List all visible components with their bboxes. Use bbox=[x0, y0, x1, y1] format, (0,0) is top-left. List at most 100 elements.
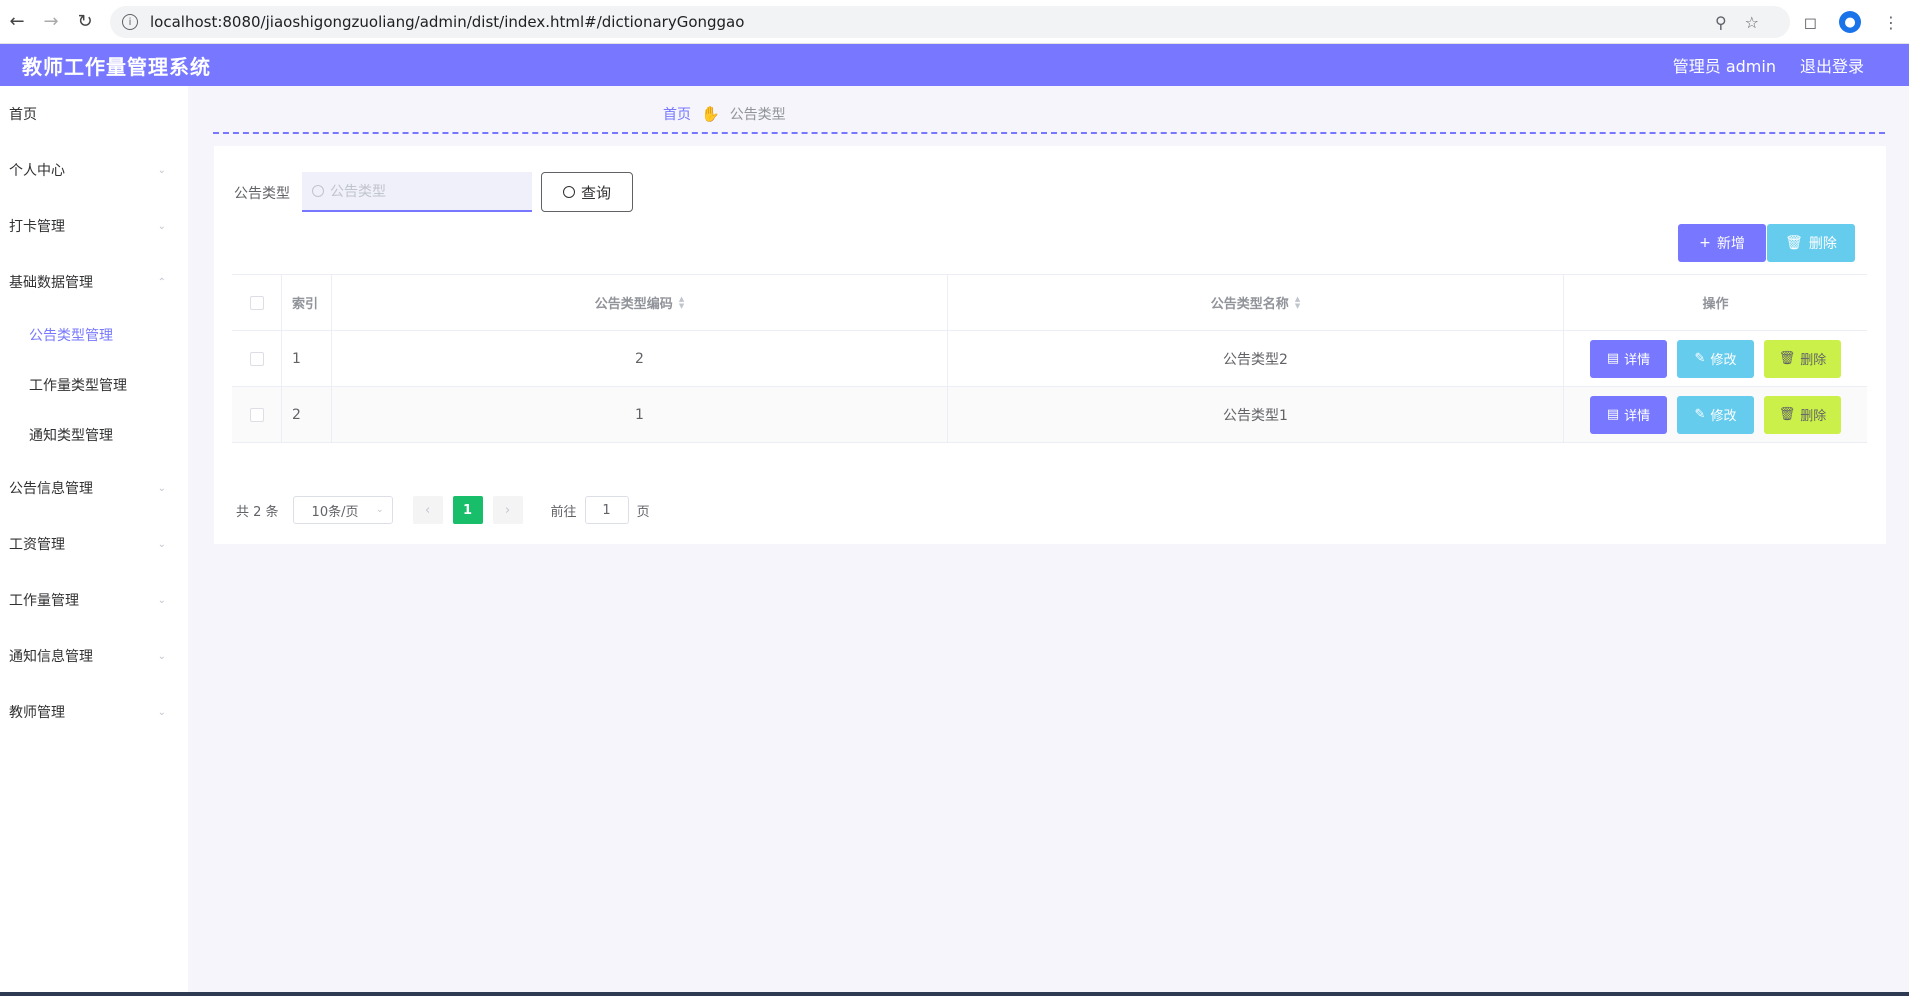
cell-actions: ▤ 详情 ✎ 修改 🗑 删除 bbox=[1564, 387, 1867, 442]
sidebar-item-salary[interactable]: 工资管理 ⌄ bbox=[0, 516, 188, 572]
forward-icon[interactable]: → bbox=[34, 5, 68, 39]
column-index: 索引 bbox=[282, 275, 332, 330]
table-row: 1 2 公告类型2 ▤ 详情 ✎ 修改 🗑 删除 bbox=[232, 331, 1867, 387]
sidebar-item-notice-info[interactable]: 公告信息管理 ⌄ bbox=[0, 460, 188, 516]
column-name[interactable]: 公告类型名称 ▲ ▼ bbox=[948, 275, 1564, 330]
divider bbox=[213, 132, 1885, 134]
detail-button[interactable]: ▤ 详情 bbox=[1590, 395, 1667, 434]
table-header: 索引 公告类型编码 ▲ ▼ 公告类型名称 ▲ ▼ 操作 bbox=[232, 275, 1867, 331]
delete-button[interactable]: 🗑 删除 bbox=[1764, 395, 1841, 434]
cell-code: 1 bbox=[332, 387, 948, 442]
sidebar-subitem-label: 公告类型管理 bbox=[29, 328, 113, 344]
cell-code: 2 bbox=[332, 331, 948, 386]
sidebar-item-workload[interactable]: 工作量管理 ⌄ bbox=[0, 572, 188, 628]
batch-delete-button[interactable]: 🗑 删除 bbox=[1767, 224, 1855, 262]
column-code[interactable]: 公告类型编码 ▲ ▼ bbox=[332, 275, 948, 330]
main-content: 首页 ✋ 公告类型 公告类型 公告类型 查询 + 新增 🗑 删除 索引 公告类型… bbox=[188, 86, 1909, 992]
edit-button[interactable]: ✎ 修改 bbox=[1677, 339, 1754, 378]
chevron-down-icon: ⌄ bbox=[157, 538, 166, 550]
chevron-down-icon: ⌄ bbox=[157, 482, 166, 494]
goto-suffix: 页 bbox=[636, 504, 650, 520]
query-button[interactable]: 查询 bbox=[541, 172, 633, 212]
address-bar[interactable]: i localhost:8080/jiaoshigongzuoliang/adm… bbox=[110, 6, 1790, 38]
detail-button-label: 详情 bbox=[1624, 353, 1651, 368]
back-icon[interactable]: ← bbox=[0, 5, 34, 39]
trash-icon: 🗑 bbox=[1778, 407, 1796, 422]
chevron-down-icon: ⌄ bbox=[157, 220, 166, 232]
header-checkbox-cell bbox=[232, 275, 282, 330]
sidebar-item-label: 首页 bbox=[9, 107, 37, 123]
document-icon: ▤ bbox=[1606, 407, 1620, 422]
sidebar-subitem-label: 工作量类型管理 bbox=[29, 378, 127, 394]
next-page-button[interactable]: › bbox=[492, 496, 523, 524]
page-size-value: 10条/页 bbox=[311, 504, 359, 520]
chevron-down-icon: ⌄ bbox=[157, 164, 166, 176]
breadcrumb: 首页 ✋ 公告类型 bbox=[663, 104, 786, 124]
reload-icon[interactable]: ↻ bbox=[68, 5, 102, 39]
row-checkbox[interactable] bbox=[249, 351, 264, 366]
delete-button-label: 删除 bbox=[1800, 353, 1827, 368]
prev-page-button[interactable]: ‹ bbox=[412, 496, 443, 524]
cell-actions: ▤ 详情 ✎ 修改 🗑 删除 bbox=[1564, 331, 1867, 386]
star-icon[interactable]: ☆ bbox=[1745, 13, 1759, 32]
sidebar-item-checkin[interactable]: 打卡管理 ⌄ bbox=[0, 198, 188, 254]
cell-index: 1 bbox=[282, 331, 332, 386]
delete-button-label: 删除 bbox=[1800, 409, 1827, 424]
more-icon[interactable]: ⋮ bbox=[1883, 13, 1899, 32]
plus-icon: + bbox=[1699, 235, 1711, 251]
delete-button[interactable]: 🗑 删除 bbox=[1764, 339, 1841, 378]
column-name-label: 公告类型名称 bbox=[1210, 297, 1289, 312]
key-icon[interactable]: ⚲ bbox=[1715, 13, 1727, 32]
search-label: 公告类型 bbox=[234, 186, 290, 202]
sort-icon[interactable]: ▲ ▼ bbox=[1295, 295, 1300, 310]
add-button-label: 新增 bbox=[1716, 236, 1745, 252]
search-icon bbox=[562, 186, 575, 198]
breadcrumb-current: 公告类型 bbox=[729, 107, 786, 123]
sidebar-item-label: 教师管理 bbox=[9, 705, 65, 721]
sidebar-subitem-workload-type[interactable]: 工作量类型管理 bbox=[0, 360, 188, 410]
add-button[interactable]: + 新增 bbox=[1678, 224, 1766, 262]
document-icon: ▤ bbox=[1606, 351, 1620, 366]
sidebar-item-basic-data[interactable]: 基础数据管理 ⌃ bbox=[0, 254, 188, 310]
chevron-down-icon: ⌄ bbox=[157, 594, 166, 606]
page-number-current[interactable]: 1 bbox=[452, 496, 483, 524]
extensions-icon[interactable]: ◻ bbox=[1804, 13, 1817, 32]
edit-button-label: 修改 bbox=[1710, 353, 1737, 368]
search-placeholder: 公告类型 bbox=[330, 184, 386, 200]
goto-page-input[interactable]: 1 bbox=[584, 496, 629, 524]
row-checkbox-cell bbox=[232, 331, 282, 386]
table-row: 2 1 公告类型1 ▤ 详情 ✎ 修改 🗑 删除 bbox=[232, 387, 1867, 443]
sidebar-subitem-label: 通知类型管理 bbox=[29, 428, 113, 444]
sidebar-item-label: 个人中心 bbox=[9, 163, 65, 179]
page-size-select[interactable]: 10条/页 ⌄ bbox=[292, 496, 393, 524]
sidebar-subitem-notification-type[interactable]: 通知类型管理 bbox=[0, 410, 188, 460]
select-all-checkbox[interactable] bbox=[249, 295, 264, 310]
detail-button[interactable]: ▤ 详情 bbox=[1590, 339, 1667, 378]
search-input[interactable]: 公告类型 bbox=[302, 172, 532, 212]
sidebar-item-home[interactable]: 首页 bbox=[0, 86, 188, 142]
app-header: 教师工作量管理系统 管理员 admin 退出登录 bbox=[0, 44, 1909, 86]
info-icon[interactable]: i bbox=[122, 14, 138, 30]
pagination: 共 2 条 10条/页 ⌄ ‹ 1 › 前往 1 页 bbox=[236, 496, 650, 524]
logout-link[interactable]: 退出登录 bbox=[1800, 53, 1864, 77]
sidebar-item-label: 通知信息管理 bbox=[9, 649, 93, 665]
content-panel: 公告类型 公告类型 查询 + 新增 🗑 删除 索引 公告类型编码 ▲ ▼ 公告类… bbox=[214, 146, 1886, 544]
sidebar-item-notification-info[interactable]: 通知信息管理 ⌄ bbox=[0, 628, 188, 684]
row-checkbox-cell bbox=[232, 387, 282, 442]
breadcrumb-home[interactable]: 首页 bbox=[663, 104, 691, 124]
sidebar-item-label: 公告信息管理 bbox=[9, 481, 93, 497]
sidebar-item-teacher[interactable]: 教师管理 ⌄ bbox=[0, 684, 188, 740]
column-code-label: 公告类型编码 bbox=[594, 297, 673, 312]
edit-button[interactable]: ✎ 修改 bbox=[1677, 395, 1754, 434]
sidebar-subitem-notice-type[interactable]: 公告类型管理 bbox=[0, 310, 188, 360]
sidebar: 首页 个人中心 ⌄ 打卡管理 ⌄ 基础数据管理 ⌃ 公告类型管理 工作量类型管理… bbox=[0, 86, 188, 992]
data-table: 索引 公告类型编码 ▲ ▼ 公告类型名称 ▲ ▼ 操作 1 2 公告类型2 ▤ … bbox=[232, 274, 1867, 443]
sidebar-item-label: 基础数据管理 bbox=[9, 275, 93, 291]
profile-icon[interactable]: ● bbox=[1839, 11, 1861, 33]
sort-icon[interactable]: ▲ ▼ bbox=[679, 295, 684, 310]
cell-name: 公告类型1 bbox=[948, 387, 1564, 442]
row-checkbox[interactable] bbox=[249, 407, 264, 422]
search-icon bbox=[312, 185, 324, 197]
pagination-total: 共 2 条 bbox=[236, 504, 279, 520]
sidebar-item-profile[interactable]: 个人中心 ⌄ bbox=[0, 142, 188, 198]
